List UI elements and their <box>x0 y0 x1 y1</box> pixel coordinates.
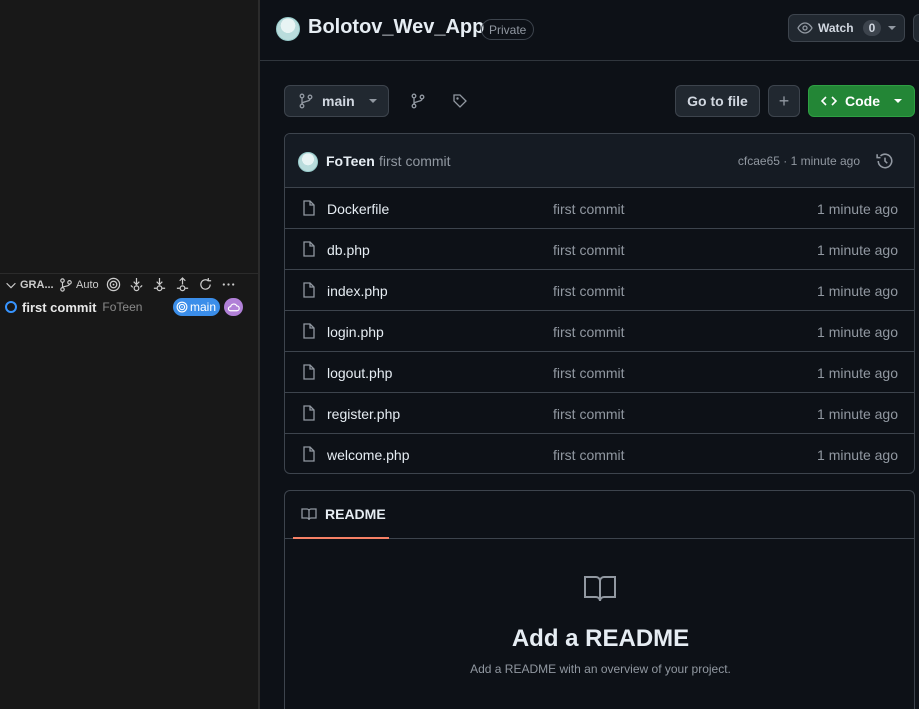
branch-icon[interactable] <box>58 277 74 293</box>
cloud-icon[interactable] <box>224 298 243 316</box>
tag-icon[interactable] <box>451 92 469 110</box>
file-name[interactable]: index.php <box>327 283 388 299</box>
file-last-commit[interactable]: first commit <box>553 242 625 258</box>
book-icon <box>301 508 317 521</box>
file-last-commit[interactable]: first commit <box>553 447 625 463</box>
file-last-updated: 1 minute ago <box>817 242 898 258</box>
eye-icon <box>797 22 813 34</box>
tab-readme-label: README <box>325 506 386 522</box>
caret-down-icon <box>888 26 896 30</box>
tab-readme[interactable]: README <box>293 491 389 539</box>
target-icon[interactable] <box>106 277 122 293</box>
refresh-icon[interactable] <box>198 277 214 293</box>
repo-header: Bolotov_Wev_App Private Watch 0 <box>260 0 919 61</box>
file-icon <box>303 405 315 421</box>
history-icon[interactable] <box>876 152 894 170</box>
file-last-updated: 1 minute ago <box>817 447 898 463</box>
branch-selector-label: main <box>322 93 355 109</box>
vscode-panel: GRA... Auto first commit FoTeen main <box>0 0 258 709</box>
branch-icon <box>299 93 313 109</box>
commit-author-avatar[interactable] <box>298 152 318 172</box>
file-last-commit[interactable]: first commit <box>553 406 625 422</box>
file-row[interactable]: login.php first commit 1 minute ago <box>285 311 914 352</box>
graph-commit-message: first commit <box>22 299 97 315</box>
file-row[interactable]: welcome.php first commit 1 minute ago <box>285 434 914 473</box>
file-name[interactable]: logout.php <box>327 365 392 381</box>
graph-commit-row[interactable]: first commit FoTeen main <box>0 296 258 318</box>
file-last-commit[interactable]: first commit <box>553 201 625 217</box>
file-last-commit[interactable]: first commit <box>553 283 625 299</box>
file-last-commit[interactable]: first commit <box>553 324 625 340</box>
book-icon <box>584 576 616 602</box>
push-icon[interactable] <box>175 277 191 293</box>
caret-down-icon <box>368 99 377 103</box>
commit-message[interactable]: first commit <box>379 153 451 169</box>
file-name[interactable]: Dockerfile <box>327 201 389 217</box>
file-last-updated: 1 minute ago <box>817 201 898 217</box>
graph-section-header[interactable]: GRA... Auto <box>0 273 258 295</box>
file-last-updated: 1 minute ago <box>817 324 898 340</box>
file-last-commit[interactable]: first commit <box>553 365 625 381</box>
go-to-file-button[interactable]: Go to file <box>675 85 760 117</box>
readme-empty-subtitle: Add a README with an overview of your pr… <box>470 662 731 676</box>
commit-meta[interactable]: cfcae65 · 1 minute ago <box>738 154 860 168</box>
file-icon <box>303 200 315 216</box>
file-last-updated: 1 minute ago <box>817 365 898 381</box>
fetch-icon[interactable] <box>129 277 145 293</box>
file-icon <box>303 323 315 339</box>
readme-panel: README Add a README Add a README with an… <box>284 490 915 709</box>
latest-commit-bar: FoTeen first commit cfcae65 · 1 minute a… <box>285 134 914 188</box>
chevron-down-icon[interactable] <box>4 278 18 292</box>
readme-tabbar: README <box>285 491 914 539</box>
file-name[interactable]: register.php <box>327 406 400 422</box>
file-icon <box>303 282 315 298</box>
file-name[interactable]: welcome.php <box>327 447 410 463</box>
code-button[interactable]: Code <box>808 85 915 117</box>
file-name[interactable]: db.php <box>327 242 370 258</box>
more-icon[interactable] <box>221 277 237 293</box>
file-row[interactable]: Dockerfile first commit 1 minute ago <box>285 188 914 229</box>
file-last-updated: 1 minute ago <box>817 406 898 422</box>
file-last-updated: 1 minute ago <box>817 283 898 299</box>
branch-badge-label: main <box>190 300 217 314</box>
commit-node-icon <box>5 301 17 313</box>
fork-button-partial[interactable] <box>913 14 919 42</box>
visibility-badge: Private <box>481 19 535 40</box>
file-row[interactable]: logout.php first commit 1 minute ago <box>285 352 914 393</box>
file-row[interactable]: index.php first commit 1 minute ago <box>285 270 914 311</box>
caret-down-icon <box>894 99 902 103</box>
watch-button[interactable]: Watch 0 <box>788 14 905 42</box>
code-icon <box>821 96 837 106</box>
target-icon <box>176 301 188 313</box>
graph-title: GRA... <box>20 278 54 291</box>
branch-badge[interactable]: main <box>173 298 221 316</box>
watch-count: 0 <box>862 20 882 36</box>
file-icon <box>303 364 315 380</box>
pull-icon[interactable] <box>152 277 168 293</box>
commit-author[interactable]: FoTeen <box>326 153 375 169</box>
file-icon <box>303 446 315 462</box>
screen: GRA... Auto first commit FoTeen main Bol… <box>0 0 919 709</box>
readme-empty-title: Add a README <box>511 625 690 652</box>
code-button-label: Code <box>845 93 880 109</box>
github-repo-page: Bolotov_Wev_App Private Watch 0 main Go … <box>260 0 919 709</box>
add-file-button[interactable]: + <box>768 85 800 117</box>
graph-commit-author: FoTeen <box>102 300 143 314</box>
file-icon <box>303 241 315 257</box>
branch-selector[interactable]: main <box>284 85 389 117</box>
auto-label[interactable]: Auto <box>76 279 99 291</box>
file-name[interactable]: login.php <box>327 324 384 340</box>
file-list: FoTeen first commit cfcae65 · 1 minute a… <box>284 133 915 474</box>
repo-name[interactable]: Bolotov_Wev_App <box>308 16 484 39</box>
watch-label: Watch <box>818 21 854 35</box>
branches-icon[interactable] <box>409 92 427 110</box>
file-row[interactable]: register.php first commit 1 minute ago <box>285 393 914 434</box>
repo-owner-avatar[interactable] <box>276 17 300 41</box>
file-row[interactable]: db.php first commit 1 minute ago <box>285 229 914 270</box>
